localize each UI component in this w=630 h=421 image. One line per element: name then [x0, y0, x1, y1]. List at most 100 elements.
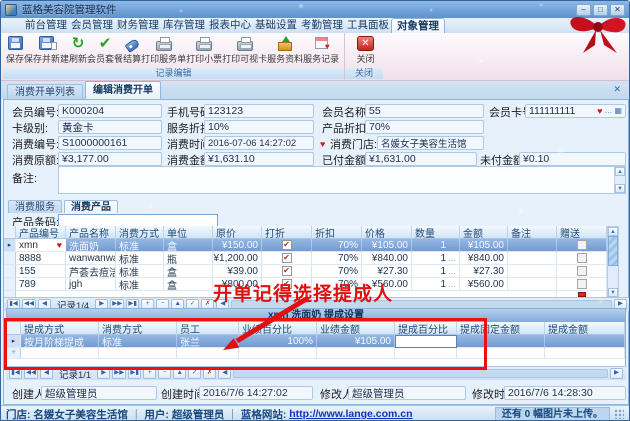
menu-tab-reports[interactable]: 报表中心	[207, 18, 253, 33]
cell-unit[interactable]: 瓶	[164, 252, 213, 265]
gift-checkbox[interactable]	[577, 253, 587, 263]
nav-first-button[interactable]: ▮◀	[9, 368, 22, 379]
gift-checkbox[interactable]	[577, 240, 587, 250]
cell-consume-mode[interactable]: 标准	[116, 278, 164, 291]
ellipsis-button[interactable]: …	[448, 267, 456, 276]
gift-checkbox[interactable]	[577, 279, 587, 289]
cell-unit[interactable]: 盒	[164, 265, 213, 278]
original-amount-field[interactable]: ¥3,177.00	[58, 152, 162, 166]
cell-unit-price[interactable]: ¥840.00	[362, 252, 412, 265]
discount-checkbox[interactable]: ✔	[282, 240, 292, 250]
nav-last-button[interactable]: ▶▮	[128, 368, 141, 379]
hscroll-left-icon[interactable]: ◀	[218, 368, 231, 379]
cell-gift[interactable]	[557, 239, 607, 252]
ellipsis-button[interactable]: …	[448, 280, 456, 289]
print-visual-card-button[interactable]: 打印可视卡	[222, 33, 267, 69]
table-scrollbar[interactable]: ▲ ▼	[607, 226, 619, 298]
col-price[interactable]: 原价	[213, 226, 262, 239]
cell-note[interactable]	[508, 239, 557, 252]
ellipsis-button[interactable]: …	[604, 107, 612, 115]
nav-cancel-button[interactable]: ✗	[203, 368, 216, 379]
card-level-field[interactable]: 黄金卡	[58, 120, 162, 134]
cell-price[interactable]: ¥1,200.00	[213, 252, 262, 265]
cell-product-name[interactable]: jgh	[66, 278, 116, 291]
store-field[interactable]: 名媛女子美容生活馆	[377, 136, 484, 150]
consume-amount-field[interactable]: ¥1,631.10	[204, 152, 314, 166]
tab-consume-order-list[interactable]: 消费开单列表	[7, 84, 83, 99]
service-discount-field[interactable]: 10%	[204, 120, 314, 134]
col-comm-amount[interactable]: 提成金额	[545, 322, 625, 335]
save-button[interactable]: 保存	[6, 33, 24, 69]
table-row[interactable]: 8888 wanwanwan 标准 瓶 ¥1,200.00 ✔ 70% ¥840…	[4, 252, 619, 265]
menu-tab-attendance[interactable]: 考勤管理	[299, 18, 345, 33]
cell-qty[interactable]: 1…	[412, 265, 460, 278]
cell-discounted[interactable]: ✔	[262, 239, 312, 252]
hscroll-track[interactable]	[233, 369, 608, 378]
cell-comm-amount[interactable]	[545, 335, 625, 348]
col-discounted[interactable]: 打折	[262, 226, 312, 239]
commission-row[interactable]: ▸ 按月阶梯提成 标准 张兰 100% ¥105.00	[7, 335, 625, 348]
print-receipt-button[interactable]: 打印小票	[186, 33, 222, 69]
resize-grip[interactable]	[614, 409, 624, 419]
maximize-button[interactable]: □	[593, 4, 608, 16]
col-amount[interactable]: 金额	[460, 226, 508, 239]
member-package-button[interactable]: ✔ 会员套餐	[87, 33, 123, 69]
cell-product-code[interactable]: 789	[16, 278, 66, 291]
commission-percent-editor[interactable]	[395, 335, 457, 348]
cell-unit[interactable]: 盒	[164, 278, 213, 291]
cell-discounted[interactable]: ✔	[262, 265, 312, 278]
cell-note[interactable]	[508, 252, 557, 265]
consume-time-field[interactable]: 2016-07-06 14:27:02	[204, 136, 314, 150]
cell-gift[interactable]	[557, 265, 607, 278]
scroll-up-icon[interactable]: ▲	[615, 167, 625, 176]
service-record-button[interactable]: ♥ 服务记录	[303, 33, 339, 69]
cell-qty[interactable]: 1…	[412, 239, 460, 252]
cell-product-code[interactable]: 155	[16, 265, 66, 278]
scroll-up-icon[interactable]: ▲	[608, 227, 618, 236]
col-qty[interactable]: 数量	[412, 226, 460, 239]
cell-product-name[interactable]: wanwanwan	[66, 252, 116, 265]
remark-textarea[interactable]: ▲ ▼	[58, 166, 626, 194]
cell-note[interactable]	[508, 278, 557, 291]
menu-tab-object-management[interactable]: 对象管理	[391, 18, 445, 33]
col-employee[interactable]: 员工	[177, 322, 239, 335]
paid-amount-field[interactable]: ¥1,631.00	[365, 152, 477, 166]
cell-product-name[interactable]: 芦荟去痘洁...	[66, 265, 116, 278]
nav-edit-button[interactable]: ▲	[173, 368, 186, 379]
menu-tab-members[interactable]: 会员管理	[69, 18, 115, 33]
nav-delete-button[interactable]: −	[158, 368, 171, 379]
cell-employee[interactable]: 张兰	[177, 335, 239, 348]
minimize-button[interactable]: –	[576, 4, 591, 16]
gift-checkbox[interactable]	[577, 266, 587, 276]
cell-price[interactable]: ¥150.00	[213, 239, 262, 252]
card-lookup-icon[interactable]: ▦	[614, 107, 622, 115]
cell-amount[interactable]: ¥105.00	[460, 239, 508, 252]
nav-insert-button[interactable]: +	[143, 368, 156, 379]
ellipsis-button[interactable]: …	[448, 254, 456, 263]
menu-tab-front-desk[interactable]: 前台管理	[23, 18, 69, 33]
cell-product-name[interactable]: 洗面奶	[66, 239, 116, 252]
col-product-name[interactable]: 产品名称	[66, 226, 116, 239]
menu-tab-tools[interactable]: 工具面板	[345, 18, 391, 33]
cell-discount[interactable]: 70%	[312, 252, 362, 265]
phone-field[interactable]: 123123	[204, 104, 314, 118]
cell-price[interactable]: ¥39.00	[213, 265, 262, 278]
cell-consume-mode[interactable]: 标准	[99, 335, 177, 348]
nav-next-button[interactable]: ▶	[97, 368, 110, 379]
scrollbar-thumb[interactable]	[608, 236, 618, 266]
menu-tab-finance[interactable]: 财务管理	[115, 18, 161, 33]
cell-gift[interactable]	[557, 252, 607, 265]
cell-gift[interactable]	[557, 278, 607, 291]
cell-discounted[interactable]: ✔	[262, 252, 312, 265]
gift-checkbox-new[interactable]	[578, 292, 586, 297]
cell-amount[interactable]: ¥560.00	[460, 278, 508, 291]
col-perf-amount[interactable]: 业绩金额	[317, 322, 395, 335]
nav-prev-page-button[interactable]: ◀◀	[24, 368, 38, 379]
ellipsis-button[interactable]: …	[448, 241, 456, 250]
document-close-icon[interactable]: ✕	[613, 84, 621, 95]
col-perf-percent[interactable]: 业绩百分比	[239, 322, 317, 335]
cell-unit-price[interactable]: ¥27.30	[362, 265, 412, 278]
discount-checkbox[interactable]: ✔	[282, 266, 292, 276]
table-row[interactable]: ▸ xmn♥ 洗面奶 标准 盒 ¥150.00 ✔ 70% ¥105.00 1……	[4, 239, 619, 252]
cell-qty[interactable]: 1…	[412, 278, 460, 291]
